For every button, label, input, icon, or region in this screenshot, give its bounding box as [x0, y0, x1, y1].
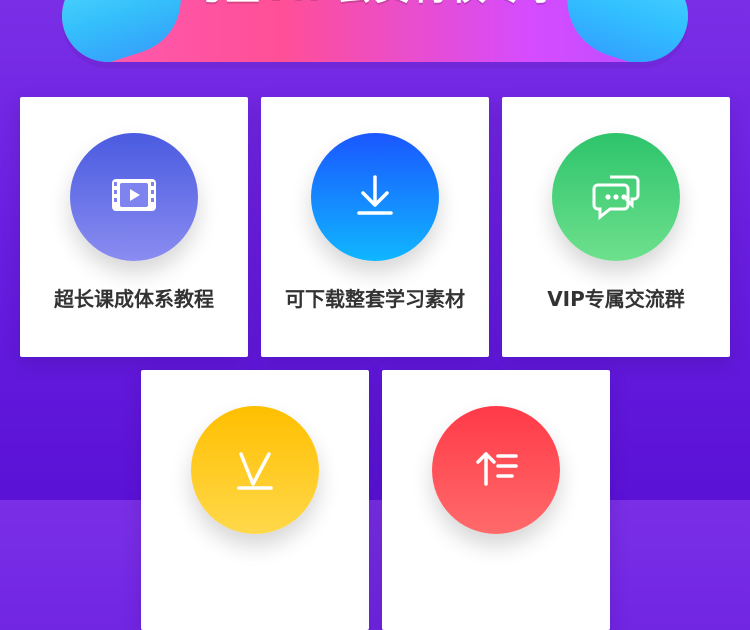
feature-icon-circle — [552, 133, 680, 261]
video-icon — [102, 163, 166, 231]
feature-card-tutorials[interactable]: 超长课成体系教程 — [20, 97, 248, 357]
feature-icon-circle — [432, 406, 560, 534]
feature-card-vip-group[interactable]: VIP专属交流群 — [502, 97, 730, 357]
header-banner: 巧匠VIP会员特权专享 — [62, 0, 688, 62]
feature-card-4[interactable] — [141, 370, 369, 630]
feature-card-download[interactable]: 可下载整套学习素材 — [261, 97, 489, 357]
download-icon — [343, 163, 407, 231]
feature-icon-circle — [191, 406, 319, 534]
banner-title: 巧匠VIP会员特权专享 — [62, 0, 688, 10]
feature-icon-circle — [311, 133, 439, 261]
feature-icon-circle — [70, 133, 198, 261]
checkmark-v-icon — [223, 436, 287, 504]
feature-label: 可下载整套学习素材 — [285, 287, 465, 311]
feature-card-5[interactable] — [382, 370, 610, 630]
chat-bubbles-icon — [584, 163, 648, 231]
list-upload-icon — [464, 436, 528, 504]
feature-label: 超长课成体系教程 — [54, 287, 214, 311]
feature-label: VIP专属交流群 — [547, 287, 685, 311]
